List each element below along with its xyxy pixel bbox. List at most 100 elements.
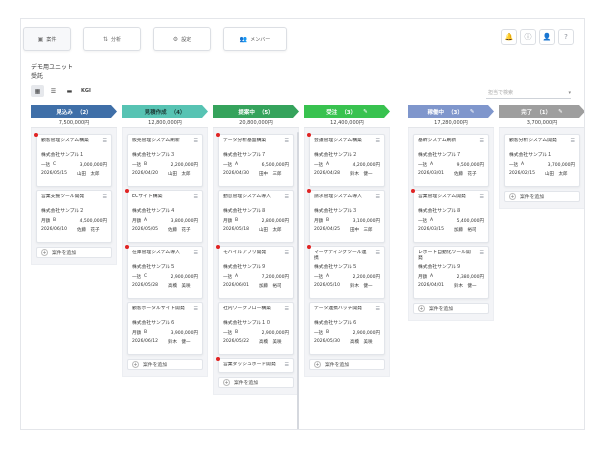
card-menu-icon[interactable]: ☰ xyxy=(194,250,198,256)
deal-meta: 月額 B 2,800,000円 xyxy=(223,218,289,224)
deal-grade: A xyxy=(326,162,330,167)
deal-grade: A xyxy=(235,274,239,279)
deal-amount: 2,380,000円 xyxy=(456,275,484,280)
deal-date: 2026/06/10 xyxy=(41,227,67,232)
deal-grade: B xyxy=(326,330,330,335)
deal-amount: 3,700,000円 xyxy=(547,163,575,168)
settings-icon: ⚙ xyxy=(172,35,179,43)
list-icon: ☰ xyxy=(50,87,57,95)
people-icon: 👥 xyxy=(239,35,248,43)
deal-card[interactable]: 販売管理システム刷新 ☰ 株式会社サンプル３ 一括 B 2,200,000円 2026/04… xyxy=(127,134,203,187)
card-menu-icon[interactable]: ☰ xyxy=(194,306,198,312)
deal-card[interactable]: レポート自動化ツール開発 ☰ 株式会社サンプル９ 月額 A 2,380,000円 2026/… xyxy=(413,246,489,299)
column-header[interactable]: 見込み （2） xyxy=(31,105,117,118)
tab-settings[interactable]: ⚙ 設定 xyxy=(153,27,211,51)
deal-card[interactable]: 顧客管理システム構築 ☰ 株式会社サンプル１ 一括 C 3,000,000円 2026/05… xyxy=(34,133,112,187)
column-header[interactable]: 完了 （1） ✎ xyxy=(499,105,585,118)
pencil-icon[interactable]: ✎ xyxy=(470,109,475,115)
deal-date: 2026/04/28 xyxy=(314,171,340,176)
column-scrollbar[interactable] xyxy=(297,132,299,429)
add-deal-button[interactable]: + 案件を追加 xyxy=(36,247,112,258)
deal-card[interactable]: データ分析基盤構築 ☰ 株式会社サンプル７ 一括 A 6,500,000円 2026/04/… xyxy=(216,133,294,187)
card-menu-icon[interactable]: ☰ xyxy=(376,250,380,256)
column-body: 会議管理システム構築 ☰ 株式会社サンプル２ 一括 A 4,200,000円 2026/04… xyxy=(304,128,390,377)
card-menu-icon[interactable]: ☰ xyxy=(285,362,289,368)
card-menu-icon[interactable]: ☰ xyxy=(480,250,484,256)
deal-card[interactable]: 請求管理システム導入 ☰ 株式会社サンプル３ 月額 B 3,100,000円 2026/04… xyxy=(307,189,385,243)
add-deal-button[interactable]: + 案件を追加 xyxy=(413,303,489,314)
deal-footer: 2026/05/30 高橋 美咲 xyxy=(314,339,380,345)
column-header[interactable]: 受注 （3） ✎ xyxy=(304,105,390,118)
client-name: 株式会社サンプル９ xyxy=(223,265,267,270)
pencil-icon[interactable]: ✎ xyxy=(363,109,368,115)
contract-type: 月額 xyxy=(41,219,50,224)
deal-card[interactable]: データ連携バッチ開発 ☰ 株式会社サンプル６ 一括 B 2,900,000円 2026/05… xyxy=(309,302,385,355)
card-menu-icon[interactable]: ☰ xyxy=(571,138,575,144)
search-select[interactable]: 担当で検索 ▾ xyxy=(486,87,571,99)
column-header[interactable]: 見積作成 （4） xyxy=(122,105,208,118)
column-header[interactable]: 稼働中 （3） ✎ xyxy=(408,105,494,118)
deal-footer: 2026/04/25 田中 三郎 xyxy=(314,227,380,233)
bell-icon[interactable]: 🔔 xyxy=(501,29,517,45)
deal-date: 2026/04/01 xyxy=(418,283,444,288)
card-menu-icon[interactable]: ☰ xyxy=(285,306,289,312)
card-menu-icon[interactable]: ☰ xyxy=(103,194,107,200)
board-view-button[interactable]: ▦ xyxy=(31,85,44,97)
column-name: 見積作成 xyxy=(144,109,167,116)
deal-date: 2026/03/01 xyxy=(418,171,444,176)
card-menu-icon[interactable]: ☰ xyxy=(376,306,380,312)
card-menu-icon[interactable]: ☰ xyxy=(480,138,484,144)
grid-icon: ▦ xyxy=(34,87,41,95)
card-menu-icon[interactable]: ☰ xyxy=(285,250,289,256)
deal-card[interactable]: 営業ダッシュボード開発 ☰ xyxy=(216,357,294,373)
deal-card[interactable]: 勤怠管理システム導入 ☰ 株式会社サンプル８ 月額 B 2,800,000円 2026/05… xyxy=(218,190,294,243)
column-header[interactable]: 提案中 （5） xyxy=(213,105,299,118)
deal-card[interactable]: マーケティングツール連携 ☰ 株式会社サンプル５ 一括 A 2,200,000円 2026/… xyxy=(307,245,385,299)
column-total: 12,800,000円 xyxy=(122,118,208,128)
deal-card[interactable]: モバイルアプリ開発 ☰ 株式会社サンプル９ 一括 A 7,200,000円 2026/06/… xyxy=(216,245,294,299)
add-deal-label: 案件を追加 xyxy=(234,381,258,386)
column-count: （1） xyxy=(536,109,552,116)
chevron-down-icon: ▾ xyxy=(568,89,571,96)
contract-type: 一括 xyxy=(223,331,232,336)
deal-card[interactable]: 顧客分析システム開発 ☰ 株式会社サンプル１ 一括 A 3,700,000円 2026/02… xyxy=(504,134,580,187)
card-menu-icon[interactable]: ☰ xyxy=(376,194,380,200)
deal-card[interactable]: 基幹システム刷新 ☰ 株式会社サンプル７ 一括 A 9,500,000円 2026/03/0… xyxy=(413,134,489,187)
tab-people[interactable]: 👥 メンバー xyxy=(223,27,287,51)
deal-card[interactable]: 在庫管理システム導入 ☰ 株式会社サンプル５ 一括 C 2,900,000円 2026/05… xyxy=(125,245,203,299)
pencil-icon[interactable]: ✎ xyxy=(558,109,563,115)
list-view-button[interactable]: ☰ xyxy=(47,85,60,97)
deal-amount: 3,800,000円 xyxy=(170,219,198,224)
info-icon[interactable]: ⓘ xyxy=(520,29,536,45)
card-menu-icon[interactable]: ☰ xyxy=(103,138,107,144)
deal-card[interactable]: 営業支援ツール開発 ☰ 株式会社サンプル２ 月額 B 4,500,000円 2026/06/… xyxy=(36,190,112,243)
card-menu-icon[interactable]: ☰ xyxy=(480,194,484,200)
user-icon[interactable]: 👤 xyxy=(539,29,555,45)
column-total: 7,500,000円 xyxy=(31,118,117,128)
deal-card[interactable]: 顧客ポータルサイト開発 ☰ 株式会社サンプル６ 月額 B 3,900,000円 2026/0… xyxy=(127,302,203,355)
deal-date: 2026/03/15 xyxy=(418,227,444,232)
deal-card[interactable]: ECサイト構築 ☰ 株式会社サンプル４ 月額 A 3,800,000円 2026/05/05… xyxy=(125,189,203,243)
deal-card[interactable]: 社内ワークフロー構築 ☰ 株式会社サンプル１０ 一括 B 2,900,000円 2026/0… xyxy=(218,302,294,355)
add-deal-button[interactable]: + 案件を追加 xyxy=(127,359,203,370)
column-count: （4） xyxy=(170,109,186,116)
add-deal-button[interactable]: + 案件を追加 xyxy=(504,191,580,202)
card-menu-icon[interactable]: ☰ xyxy=(194,138,198,144)
add-deal-button[interactable]: + 案件を追加 xyxy=(309,359,385,370)
kgi-button[interactable]: KGI xyxy=(81,85,91,97)
add-deal-button[interactable]: + 案件を追加 xyxy=(218,377,294,388)
card-menu-icon[interactable]: ☰ xyxy=(194,194,198,200)
column-count: （2） xyxy=(76,109,92,116)
column-name: 受注 xyxy=(326,109,338,116)
card-menu-icon[interactable]: ☰ xyxy=(285,138,289,144)
help-icon[interactable]: ? xyxy=(558,29,574,45)
card-menu-icon[interactable]: ☰ xyxy=(285,194,289,200)
tab-briefcase[interactable]: ▣ 案件 xyxy=(23,27,71,51)
tab-chart[interactable]: ⇅ 分析 xyxy=(83,27,141,51)
deal-card[interactable]: 会議管理システム構築 ☰ 株式会社サンプル２ 一括 A 4,200,000円 2026/04… xyxy=(307,133,385,187)
folder-view-button[interactable]: ▬ xyxy=(63,85,76,97)
deal-date: 2026/05/28 xyxy=(132,283,158,288)
deal-title: 会議管理システム構築 xyxy=(314,138,362,143)
deal-card[interactable]: 営業管理システム開発 ☰ 株式会社サンプル８ 一括 A 5,400,000円 2026/03… xyxy=(411,189,489,243)
card-menu-icon[interactable]: ☰ xyxy=(376,138,380,144)
